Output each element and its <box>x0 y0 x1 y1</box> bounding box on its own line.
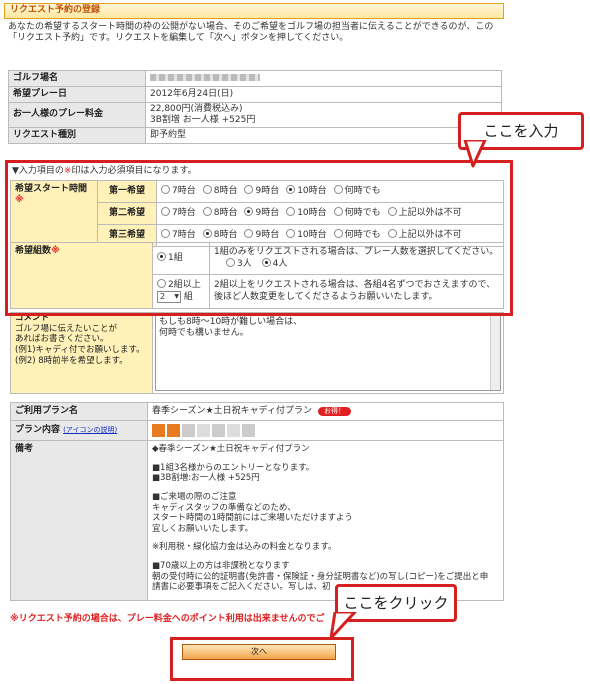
page-title: リクエスト予約の登録 <box>10 5 101 15</box>
intro-text: あなたの希望するスタート時間の枠の公開がない場合、そのご希望をゴルフ場の担当者に… <box>8 22 494 44</box>
fee-label: お一人様のプレー料金 <box>8 102 146 128</box>
bath-icon <box>212 423 225 437</box>
click-callout-pointer <box>329 612 357 640</box>
icon-help-link[interactable]: (アイコンの説明) <box>63 426 117 434</box>
comment-help-2: あればお書きください。 <box>15 334 109 345</box>
plan-name-value: 春季シーズン★土日祝キャディ付プラン お得！ <box>147 402 504 421</box>
fee-surcharge: 3B割増 お一人様 +525円 <box>150 115 256 125</box>
remarks-line: ■3B割増:お一人様 +525円 <box>152 473 260 484</box>
input-callout-pointer <box>463 140 487 168</box>
plan-content-label: プラン内容 (アイコンの説明) <box>10 420 148 441</box>
redacted-course-name <box>150 73 260 81</box>
point-warning: ※リクエスト予約の場合は、プレー料金へのポイント利用は出来ませんのでご <box>10 614 325 624</box>
plan-content-label-text: プラン内容 <box>15 424 61 435</box>
remarks-line: 宜しくお願いいたします。 <box>152 523 254 534</box>
remarks-line: ◆春季シーズン★土日祝キャディ付プラン <box>152 444 310 454</box>
deal-badge: お得！ <box>318 406 351 416</box>
fee-value: 22,800円(消費税込み) 3B割増 お一人様 +525円 <box>145 102 502 128</box>
course-name-value <box>145 70 502 87</box>
remarks-line: ※利用税・緑化協力金は込みの料金となります。 <box>152 542 337 553</box>
no-service-icon <box>197 423 210 437</box>
remarks-line: ■70歳以上の方は非課税となります <box>152 561 290 571</box>
comment-help-1: ゴルフ場に伝えたいことが <box>15 323 118 334</box>
textarea-scrollbar[interactable] <box>490 316 500 390</box>
comment-table: コメント ゴルフ場に伝えたいことが あればお書きください。 (例1)キャディ付で… <box>10 312 504 394</box>
comment-help-4: (例2) 8時前半を希望します。 <box>15 355 128 366</box>
remarks-label: 備考 <box>10 440 148 601</box>
section-header: リクエスト予約の登録 <box>4 3 504 19</box>
request-type-label: リクエスト種別 <box>8 127 146 144</box>
fee-price: 22,800円(消費税込み) <box>150 103 243 114</box>
next-button[interactable]: 次へ <box>182 644 336 660</box>
comment-cell: もしも8時～10時が難しい場合は、 何時でも構いません。 <box>152 312 504 394</box>
input-highlight-box <box>5 160 513 316</box>
comment-line-2: 何時でも構いません。 <box>159 328 249 339</box>
play-date-value: 2012年6月24日(日) <box>145 86 502 103</box>
remarks-line: 朝の受付時に公的証明書(免許書・保険証・身分証明書など)の写し(コピー)をご提出… <box>152 571 489 582</box>
comment-line-1: もしも8時～10時が難しい場合は、 <box>159 317 303 327</box>
pickup-icon <box>242 423 255 437</box>
lunch-icon <box>167 423 180 437</box>
plan-icons <box>147 420 504 441</box>
comment-help-3: (例1)キャディ付でお願いします。 <box>15 344 145 355</box>
remarks-line: ■ご来場の際のご注意 <box>152 491 237 502</box>
course-name-label: ゴルフ場名 <box>8 70 146 87</box>
request-type-value: 即予約型 <box>145 127 502 144</box>
course-info-table: ゴルフ場名 希望プレー日 2012年6月24日(日) お一人様のプレー料金 22… <box>8 70 502 144</box>
play-date-label: 希望プレー日 <box>8 86 146 103</box>
plan-name-text: 春季シーズン★土日祝キャディ付プラン <box>152 405 312 416</box>
cart-icon <box>182 423 195 437</box>
remarks-line: ■1組3名様からのエントリーとなります。 <box>152 462 315 473</box>
comment-label-cell: コメント ゴルフ場に伝えたいことが あればお書きください。 (例1)キャディ付で… <box>10 312 153 394</box>
comment-textarea[interactable]: もしも8時～10時が難しい場合は、 何時でも構いません。 <box>155 315 501 391</box>
plan-table: ご利用プラン名 春季シーズン★土日祝キャディ付プラン お得！ プラン内容 (アイコ… <box>10 402 504 601</box>
plan-name-label: ご利用プラン名 <box>10 402 148 421</box>
caddy-icon <box>152 423 165 437</box>
remarks-value: ◆春季シーズン★土日祝キャディ付プラン ■1組3名様からのエントリーとなります。… <box>147 440 504 601</box>
remarks-line: キャディスタッフの準備などのため、 <box>152 502 296 513</box>
remarks-line: スタート時間の1時間前にはご来場いただけますよう <box>152 513 353 524</box>
gift-icon <box>227 423 240 437</box>
